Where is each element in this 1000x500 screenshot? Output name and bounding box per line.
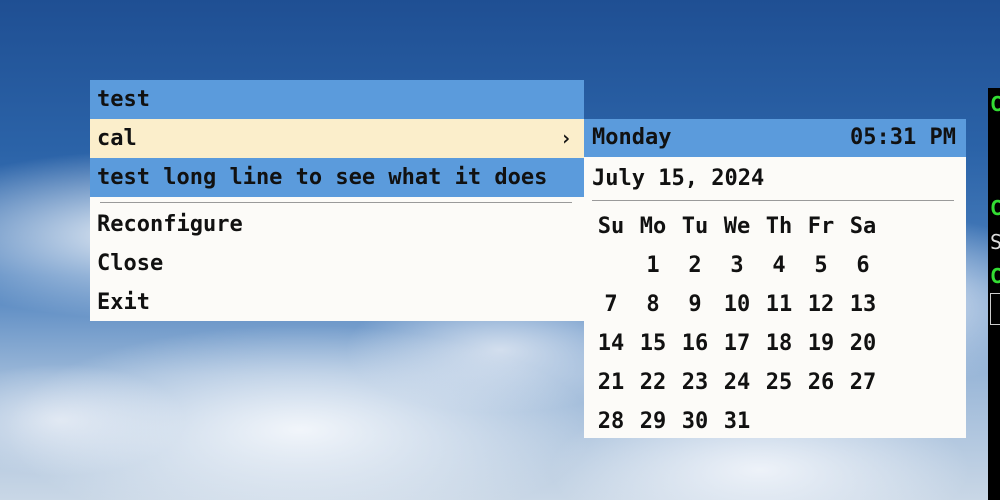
calendar-day-empty <box>590 246 632 285</box>
calendar-day-1[interactable]: 1 <box>632 246 674 285</box>
calendar-day-21[interactable]: 21 <box>590 363 632 402</box>
calendar-day-22[interactable]: 22 <box>632 363 674 402</box>
menu-item-close[interactable]: Close <box>90 244 584 283</box>
calendar-day-14[interactable]: 14 <box>590 324 632 363</box>
day-header-mo: Mo <box>639 214 667 239</box>
menu-item-test[interactable]: test <box>90 80 584 119</box>
calendar-day-10[interactable]: 10 <box>716 285 758 324</box>
calendar-day-20[interactable]: 20 <box>842 324 884 363</box>
calendar-date: July 15, 2024 <box>592 166 765 191</box>
calendar-separator <box>592 200 954 201</box>
day-header-th: Th <box>765 214 793 239</box>
calendar-day-31[interactable]: 31 <box>716 402 758 441</box>
calendar-day-29[interactable]: 29 <box>632 402 674 441</box>
menu-item-exit[interactable]: Exit <box>90 283 584 322</box>
calendar-header: Monday 05:31 PM <box>584 119 966 157</box>
menu-item-test-long-line[interactable]: test long line to see what it does <box>90 158 584 197</box>
terminal-line: C <box>990 264 1000 288</box>
menu-item-label: Exit <box>97 290 150 315</box>
calendar-day-23[interactable]: 23 <box>674 363 716 402</box>
calendar-day-28[interactable]: 28 <box>590 402 632 441</box>
chevron-right-icon: › <box>559 126 572 150</box>
calendar-day-12[interactable]: 12 <box>800 285 842 324</box>
calendar-day-5[interactable]: 5 <box>800 246 842 285</box>
calendar-day-18[interactable]: 18 <box>758 324 800 363</box>
root-menu: test cal › test long line to see what it… <box>90 80 584 321</box>
calendar-day-24[interactable]: 24 <box>716 363 758 402</box>
calendar-day-7[interactable]: 7 <box>590 285 632 324</box>
terminal-input-box[interactable] <box>990 293 1000 325</box>
calendar-day-17[interactable]: 17 <box>716 324 758 363</box>
calendar-day-30[interactable]: 30 <box>674 402 716 441</box>
calendar-day-4[interactable]: 4 <box>758 246 800 285</box>
day-header-fr: Fr <box>807 214 835 239</box>
calendar-day-19[interactable]: 19 <box>800 324 842 363</box>
menu-item-reconfigure[interactable]: Reconfigure <box>90 205 584 244</box>
calendar-grid: Su Mo Tu We Th Fr Sa 1 2 3 4 5 6 7 8 9 10 11 12 13 14… <box>590 207 884 441</box>
calendar-day-6[interactable]: 6 <box>842 246 884 285</box>
menu-item-label: Reconfigure <box>97 212 243 237</box>
calendar-time: 05:31 PM <box>850 125 956 150</box>
calendar-day-27[interactable]: 27 <box>842 363 884 402</box>
calendar-weekday: Monday <box>592 125 672 150</box>
menu-item-label: cal <box>97 126 137 151</box>
menu-item-label: Close <box>97 251 164 276</box>
menu-item-label: test <box>97 87 150 112</box>
calendar-submenu: Monday 05:31 PM July 15, 2024 Su Mo Tu W… <box>584 119 966 438</box>
calendar-day-13[interactable]: 13 <box>842 285 884 324</box>
calendar-day-25[interactable]: 25 <box>758 363 800 402</box>
day-header-we: We <box>723 214 751 239</box>
terminal-window[interactable]: C C S C <box>988 88 1000 500</box>
day-header-tu: Tu <box>681 214 709 239</box>
calendar-day-15[interactable]: 15 <box>632 324 674 363</box>
terminal-line: S <box>990 230 1000 254</box>
calendar-day-26[interactable]: 26 <box>800 363 842 402</box>
terminal-line: C <box>990 92 1000 116</box>
calendar-day-11[interactable]: 11 <box>758 285 800 324</box>
calendar-day-16[interactable]: 16 <box>674 324 716 363</box>
menu-item-label: test long line to see what it does <box>97 165 548 190</box>
menu-item-cal[interactable]: cal › <box>90 119 584 158</box>
calendar-day-9[interactable]: 9 <box>674 285 716 324</box>
calendar-day-3[interactable]: 3 <box>716 246 758 285</box>
calendar-day-2[interactable]: 2 <box>674 246 716 285</box>
day-header-sa: Sa <box>849 214 877 239</box>
terminal-line: C <box>990 196 1000 220</box>
day-header-su: Su <box>597 214 625 239</box>
menu-separator <box>100 202 572 203</box>
calendar-day-8[interactable]: 8 <box>632 285 674 324</box>
